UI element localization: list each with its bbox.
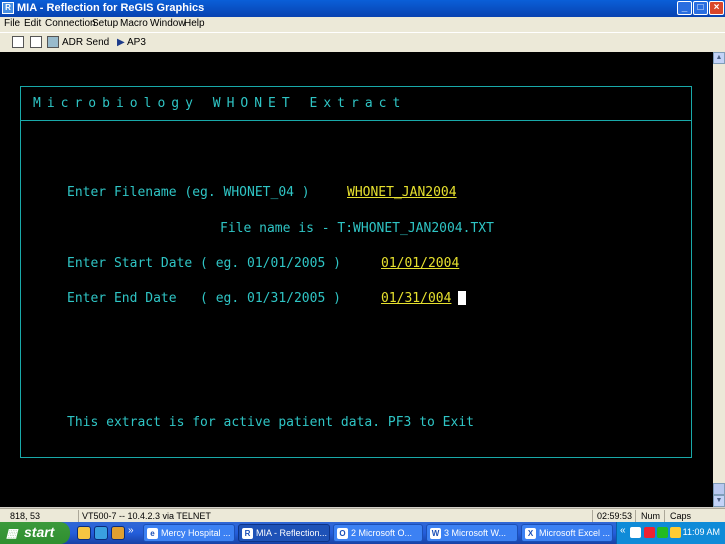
app-icon: R [2,2,14,14]
title-bar: R MIA - Reflection for ReGIS Graphics _ … [0,0,725,17]
minimize-button[interactable]: _ [677,1,692,15]
arrow-up-icon: ▲ [715,54,723,61]
menu-window[interactable]: Window [150,18,186,29]
arrow-down-icon: ▼ [715,497,723,504]
close-icon: × [713,2,720,13]
word-icon: W [430,528,441,539]
task-mercy-hospital[interactable]: e Mercy Hospital ... [143,524,235,542]
title-divider [20,120,692,121]
tray-expand-icon[interactable]: « [620,525,626,536]
minimize-icon: _ [681,2,688,13]
status-bar: 818, 53 VT500-7 -- 10.4.2.3 via TELNET 0… [0,508,725,523]
menu-bar: File Edit Connection Setup Macro Window … [0,17,725,32]
menu-macro[interactable]: Macro [120,18,148,29]
menu-edit[interactable]: Edit [24,18,41,29]
tray-icon[interactable] [657,527,668,538]
excel-icon: X [525,528,536,539]
connect-icon[interactable] [12,36,24,48]
status-divider [635,510,636,522]
task-mia-reflection[interactable]: R MIA - Reflection... [238,524,330,542]
close-button[interactable]: × [709,1,724,15]
taskbar: ▦ start » e Mercy Hospital ... R MIA - R… [0,522,725,544]
task-label: MIA - Reflection... [256,528,328,538]
status-divider [664,510,665,522]
start-date-field[interactable]: 01/01/2004 [381,256,459,271]
disconnect-icon[interactable] [30,36,42,48]
footer-message: This extract is for active patient data.… [67,415,474,430]
maximize-icon: □ [697,2,704,13]
task-word[interactable]: W 3 Microsoft W... [426,524,518,542]
connection-status: VT500-7 -- 10.4.2.3 via TELNET [82,511,211,521]
page-title: Microbiology WHONET Extract [33,96,407,111]
ie-icon: e [147,528,158,539]
vertical-scrollbar[interactable]: ▲ ▼ [713,52,725,507]
clock: 11:09 AM [682,527,720,537]
scroll-down-button[interactable]: ▼ [713,495,725,507]
start-label: start [24,524,55,540]
send-icon [47,36,59,48]
cursor-position: 818, 53 [10,511,41,521]
toolbar: ADR Send ▶ AP3 [0,32,725,53]
tray-icon[interactable] [670,527,681,538]
filename-prompt: Enter Filename (eg. WHONET_04 ) [67,185,310,200]
menu-help[interactable]: Help [184,18,205,29]
task-label: Mercy Hospital ... [161,528,231,538]
start-date-prompt: Enter Start Date ( eg. 01/01/2005 ) [67,256,341,271]
task-outlook[interactable]: O 2 Microsoft O... [333,524,423,542]
tray-icon[interactable] [630,527,641,538]
menu-file[interactable]: File [4,18,20,29]
reflection-icon: R [242,528,253,539]
tray-icon[interactable] [644,527,655,538]
task-label: 3 Microsoft W... [444,528,507,538]
chevron-icon[interactable]: » [128,525,134,536]
start-button[interactable]: ▦ start [0,522,70,544]
quicklaunch-icon[interactable] [77,526,91,540]
filename-field[interactable]: WHONET_JAN2004 [347,185,457,200]
scroll-thumb[interactable] [713,483,725,495]
terminal-screen[interactable]: Microbiology WHONET Extract Enter Filena… [0,52,713,507]
ap3-button[interactable]: AP3 [127,37,146,48]
status-divider [592,510,593,522]
scroll-up-button[interactable]: ▲ [713,52,725,64]
task-label: Microsoft Excel ... [539,528,611,538]
caps-lock-indicator: Caps [670,511,692,521]
windows-logo-icon: ▦ [6,526,18,540]
menu-connection[interactable]: Connection [45,18,96,29]
window-title: MIA - Reflection for ReGIS Graphics [17,2,205,14]
extract-panel [20,86,692,458]
outlook-icon: O [337,528,348,539]
maximize-button[interactable]: □ [693,1,708,15]
play-icon: ▶ [117,37,125,48]
end-date-field[interactable]: 01/31/004 [381,291,451,306]
task-excel[interactable]: X Microsoft Excel ... [521,524,613,542]
status-divider [78,510,79,522]
session-time: 02:59:53 [597,511,633,521]
menu-setup[interactable]: Setup [92,18,118,29]
num-lock-indicator: Num [641,511,661,521]
quicklaunch-icon[interactable] [111,526,125,540]
quicklaunch-icon[interactable] [94,526,108,540]
adr-send-button[interactable]: ADR Send [62,37,109,48]
task-label: 2 Microsoft O... [351,528,413,538]
text-cursor [458,291,466,305]
end-date-prompt: Enter End Date ( eg. 01/31/2005 ) [67,291,341,306]
system-tray: « 11:09 AM [616,522,725,544]
file-name-info: File name is - T:WHONET_JAN2004.TXT [220,221,494,236]
